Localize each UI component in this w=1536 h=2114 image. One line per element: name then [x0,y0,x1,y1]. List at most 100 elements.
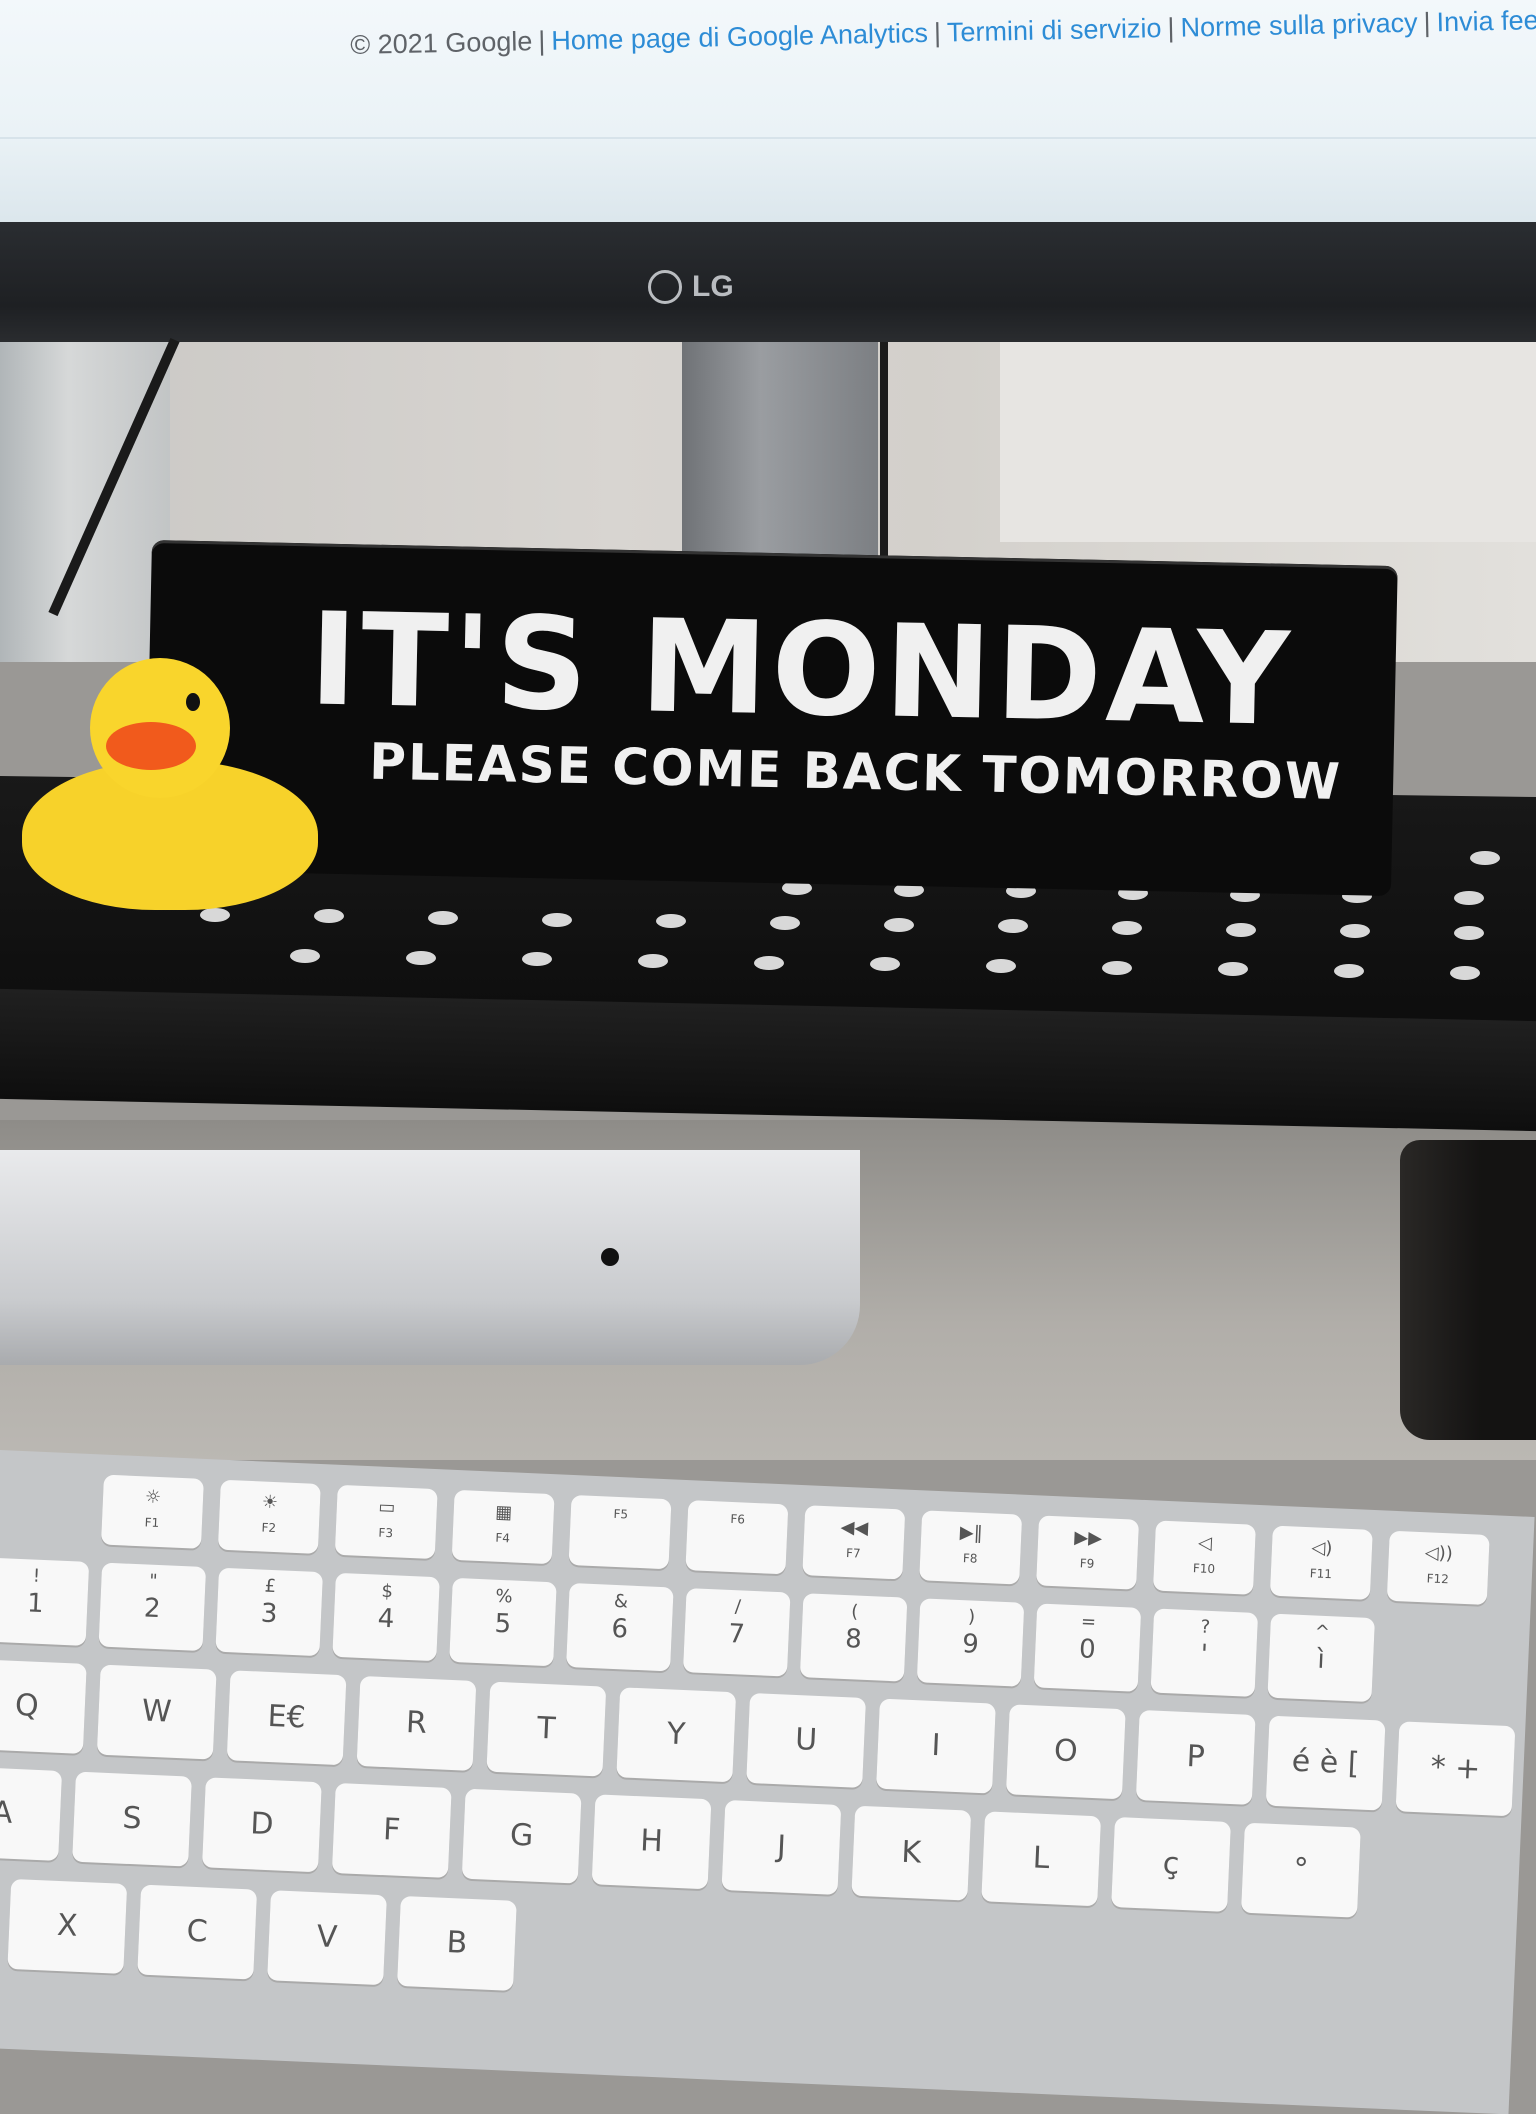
footer-link-terms[interactable]: Termini di servizio [947,13,1162,47]
key-f3[interactable]: ▭ F3 [334,1484,438,1560]
key-label: F10 [1192,1561,1216,1577]
key-5[interactable]: Y [616,1687,737,1783]
key-label: 0 [1078,1634,1097,1665]
key-label: F9 [1079,1556,1095,1571]
key-function-icon: ▶‖ [959,1521,984,1544]
key-f12[interactable]: ◁)) F12 [1386,1530,1490,1605]
key-6[interactable]: & 6 [566,1582,674,1672]
sign-title: IT'S MONDAY [307,585,1295,755]
key-5[interactable]: % 5 [449,1577,557,1667]
monitor-stand [682,342,878,582]
key-9[interactable]: P [1135,1709,1256,1805]
key-label: F7 [845,1546,861,1561]
shelf-hole [542,912,572,927]
key-f11[interactable]: ◁) F11 [1269,1525,1373,1600]
key-9[interactable]: ç [1111,1816,1231,1912]
key-shift-label: $ [381,1580,394,1603]
key-4[interactable]: $4 [332,1572,440,1662]
key-6[interactable]: J [721,1799,842,1895]
key-function-icon: ◁ [1197,1532,1213,1554]
key-4[interactable]: T [486,1681,607,1777]
key-label: F1 [144,1515,160,1531]
key-5[interactable]: H [591,1794,712,1890]
key-shift-label: ? [1200,1616,1211,1638]
key-f4[interactable]: ▦ F4 [451,1489,555,1565]
key-f8[interactable]: ▶‖ F8 [919,1510,1023,1585]
key-0[interactable]: Q [0,1658,87,1754]
key-f9[interactable]: ▶▶ F9 [1036,1515,1140,1590]
key-shift-label: ( [850,1601,859,1623]
key-label: 8 [844,1624,863,1655]
key-1[interactable]: ! 1 [0,1557,90,1646]
key-f2[interactable]: ☀ F2 [217,1479,321,1554]
key-label: F12 [1426,1571,1450,1587]
key-f5[interactable]: F5 [568,1494,672,1570]
shelf-hole [770,916,800,931]
key-shift-label: = [1080,1611,1097,1633]
shelf-hole [1450,965,1480,980]
key-8[interactable]: L [981,1811,1102,1907]
key-7[interactable]: K [851,1805,972,1901]
key-2[interactable]: " 2 [98,1562,207,1652]
key-f1[interactable]: ☼ F1 [100,1474,204,1549]
key-8[interactable]: O [1005,1704,1126,1800]
footer-link-feedback[interactable]: Invia fee [1436,5,1536,37]
rubber-duck-eye [186,693,200,711]
key-ì[interactable]: ^ ì [1267,1613,1375,1703]
shelf-hole [1112,920,1142,935]
key-function-icon: ☀ [261,1491,279,1514]
key-2[interactable]: E€ [226,1670,347,1766]
key-function-icon: ◁) [1311,1537,1333,1560]
key-1[interactable]: W [96,1664,217,1760]
key-1[interactable]: S [72,1771,192,1867]
key-shift-label: ) [967,1606,976,1628]
key-3[interactable]: £3 [215,1567,323,1657]
footer-link-privacy[interactable]: Norme sulla privacy [1180,8,1418,43]
key-4[interactable]: G [461,1788,582,1884]
key-3[interactable]: B [397,1895,517,1991]
key-1[interactable]: C [137,1884,258,1980]
key-label: 1 [26,1588,45,1620]
key-7[interactable]: I [876,1698,996,1794]
key-label: F3 [378,1525,394,1541]
key-label: F5 [613,1506,629,1522]
lg-logo-text: LG [692,270,734,303]
key-10[interactable]: ° [1241,1822,1361,1918]
shelf-hole [1454,925,1484,940]
rubber-duck-beak [106,722,196,770]
key-0[interactable]: X [7,1878,128,1974]
key-shift-label: £ [264,1575,277,1598]
key-3[interactable]: F [331,1782,452,1878]
key-7[interactable]: /7 [682,1588,791,1677]
key-shift-label: ! [32,1565,41,1587]
key-shift-label: / [734,1596,742,1618]
key-6[interactable]: U [746,1692,867,1788]
key-0[interactable]: = 0 [1033,1603,1142,1692]
key-9[interactable]: ) 9 [916,1598,1025,1687]
monitor-cable [880,342,888,572]
key-2[interactable]: D [201,1777,322,1873]
key-11[interactable]: * + [1395,1721,1516,1817]
key-label: F4 [495,1530,511,1546]
key-10[interactable]: é è [ [1265,1715,1386,1811]
key-label: 6 [610,1613,629,1645]
key-2[interactable]: V [267,1890,387,1986]
key-f6[interactable]: F6 [685,1500,789,1575]
key-8[interactable]: (8 [799,1593,908,1682]
key-shift-label: % [495,1585,514,1608]
key-f7[interactable]: ◀◀ F7 [802,1505,906,1580]
footer-copyright: © 2021 Google [350,26,533,60]
key-3[interactable]: R [356,1675,477,1771]
shelf-hole [1226,922,1256,937]
background-wall [1000,342,1536,542]
key-function-icon: ☼ [144,1486,162,1509]
key-shift-label: ^ [1314,1621,1331,1644]
shelf-hole [754,955,784,970]
key-label: ì [1316,1644,1326,1675]
key-f10[interactable]: ◁ F10 [1152,1520,1256,1595]
lg-logo: LG [648,268,754,310]
key-function-icon: ▦ [494,1501,513,1524]
key-0[interactable]: A [0,1765,63,1861]
key-'[interactable]: ? ' [1150,1608,1259,1697]
glass-partition [0,342,170,662]
